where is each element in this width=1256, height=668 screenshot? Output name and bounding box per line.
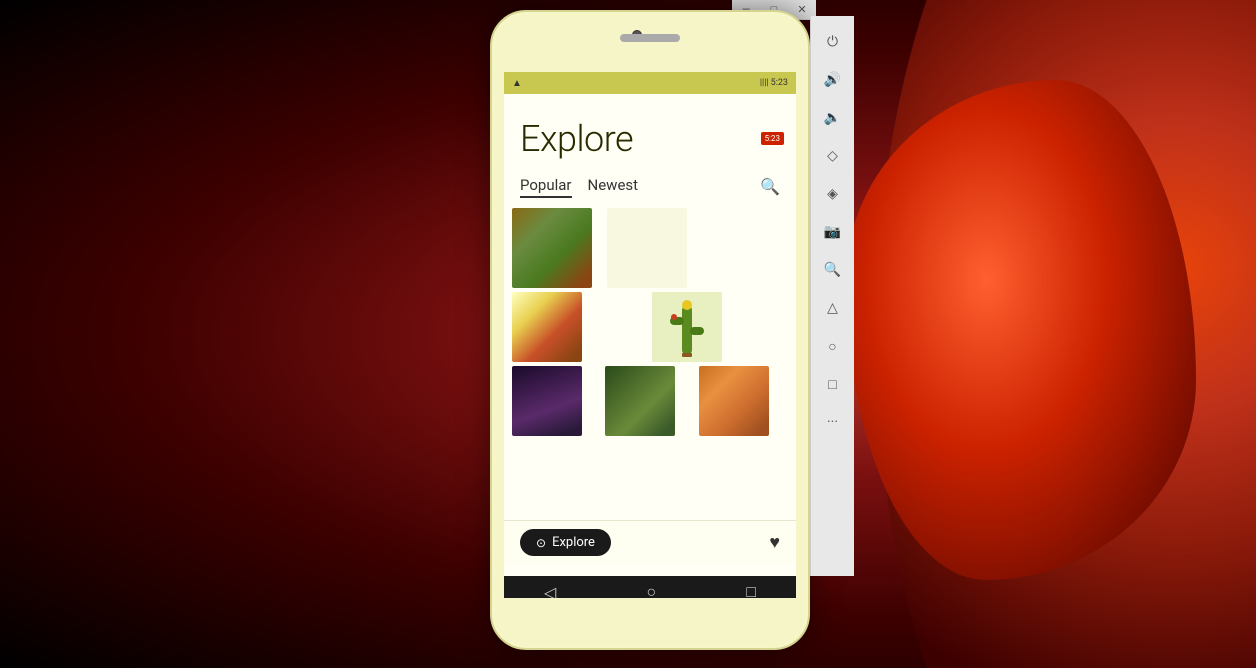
back-button[interactable]: ◁ [544, 583, 556, 599]
photo-green-bg [605, 366, 675, 436]
recents-button[interactable]: □ [746, 582, 756, 598]
notification-icon: ▲ [512, 78, 522, 89]
cactus-container [652, 292, 722, 362]
search-button[interactable]: 🔍 [760, 177, 780, 196]
home-nav-ctrl[interactable]: ○ [815, 328, 851, 364]
photo-row-2 [504, 288, 796, 366]
volume-up-button[interactable]: 🔊 [815, 62, 851, 98]
emulator-window: — □ ✕ ▲ |||| 5:23 5:23 Exp [440, 0, 860, 668]
photo-plant[interactable] [512, 208, 592, 288]
filter-tabs: Popular Newest [520, 176, 638, 196]
photo-flower-bg [512, 292, 582, 362]
photo-plant-bg [512, 208, 592, 288]
explore-pill-label: Explore [552, 535, 595, 550]
filter-row: Popular Newest 🔍 [504, 168, 796, 204]
back-nav-ctrl[interactable]: △ [815, 290, 851, 326]
emulator-control-panel: ⏻ 🔊 🔈 ◇ ◈ 📷 🔍 △ ○ □ ··· [810, 16, 854, 576]
rotate-right-button[interactable]: ◈ [815, 176, 851, 212]
power-button[interactable]: ⏻ [815, 24, 851, 60]
status-left: ▲ [512, 78, 522, 89]
fish-body-decoration [846, 80, 1196, 580]
explore-title: Explore [504, 94, 796, 168]
photo-cactus[interactable] [652, 292, 722, 362]
photo-row-3 [504, 366, 796, 440]
screenshot-button[interactable]: 📷 [815, 214, 851, 250]
notification-badge: 5:23 [761, 132, 784, 145]
recents-nav-ctrl[interactable]: □ [815, 366, 851, 402]
photo-empty-1[interactable] [607, 208, 687, 288]
photo-flower[interactable] [512, 292, 582, 362]
photo-dark[interactable] [512, 366, 582, 436]
favorites-button[interactable]: ♥ [769, 532, 780, 553]
photo-orange[interactable] [699, 366, 769, 436]
compass-icon: ⊙ [536, 536, 546, 550]
home-button[interactable]: ○ [646, 582, 656, 598]
app-tab-bar: ⊙ Explore ♥ [504, 520, 796, 564]
phone-speaker [620, 34, 680, 42]
photo-green-text[interactable] [605, 366, 675, 436]
filter-tab-newest[interactable]: Newest [588, 176, 639, 196]
phone-screen: ▲ |||| 5:23 5:23 Explore Popular Newest [504, 72, 796, 598]
filter-tab-popular[interactable]: Popular [520, 176, 572, 196]
signal-icon: |||| [760, 78, 769, 88]
explore-pill-button[interactable]: ⊙ Explore [520, 529, 611, 556]
more-ctrl-button[interactable]: ··· [815, 404, 851, 440]
rotate-left-button[interactable]: ◇ [815, 138, 851, 174]
cactus-svg [662, 295, 712, 360]
android-nav-bar: ◁ ○ □ [504, 576, 796, 598]
photo-orange-bg [699, 366, 769, 436]
time-display: 5:23 [771, 78, 788, 88]
status-right: |||| 5:23 [760, 78, 788, 88]
volume-down-button[interactable]: 🔈 [815, 100, 851, 136]
photo-row-1 [504, 204, 796, 288]
app-content: Explore Popular Newest 🔍 [504, 94, 796, 576]
zoom-in-button[interactable]: 🔍 [815, 252, 851, 288]
phone-frame: ▲ |||| 5:23 5:23 Explore Popular Newest [490, 10, 810, 650]
photo-dark-bg [512, 366, 582, 436]
status-bar: ▲ |||| 5:23 [504, 72, 796, 94]
